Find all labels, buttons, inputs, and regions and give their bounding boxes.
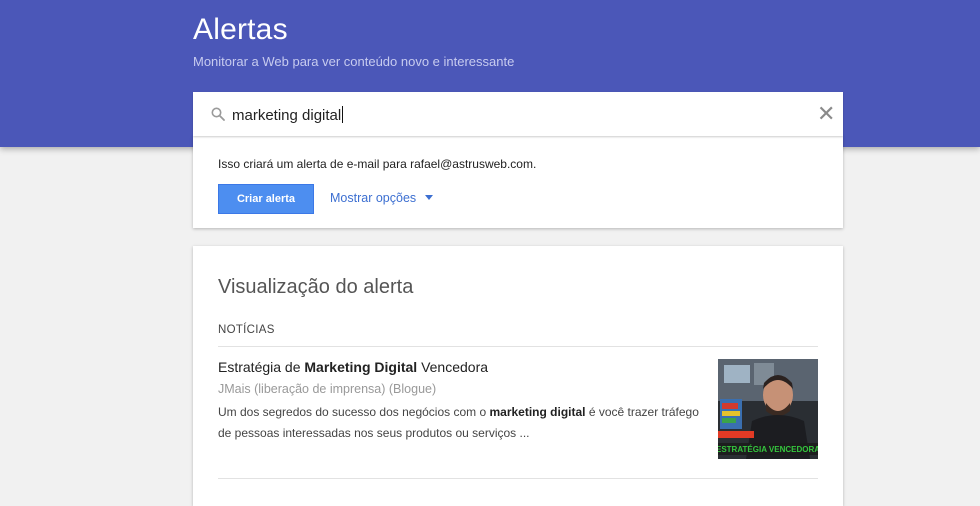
- search-input-value[interactable]: marketing digital: [232, 106, 344, 124]
- thumbnail-image: ESTRATÉGIA VENCEDORA: [718, 359, 818, 459]
- divider: [218, 346, 818, 347]
- page-subtitle: Monitorar a Web para ver conteúdo novo e…: [193, 54, 515, 69]
- show-options-link[interactable]: Mostrar opções: [330, 191, 434, 205]
- article-thumbnail[interactable]: ESTRATÉGIA VENCEDORA: [718, 359, 818, 459]
- section-label-news: NOTÍCIAS: [218, 324, 275, 336]
- article-title-link[interactable]: Estratégia de Marketing Digital Vencedor…: [218, 359, 488, 375]
- text-cursor: [342, 106, 344, 123]
- search-icon: [211, 107, 225, 121]
- divider: [218, 478, 818, 479]
- search-input[interactable]: marketing digital ✕: [193, 92, 843, 136]
- preview-title: Visualização do alerta: [218, 276, 414, 298]
- show-options-label: Mostrar opções: [330, 191, 417, 205]
- create-alert-button[interactable]: Criar alerta: [218, 184, 314, 214]
- article-snippet: Um dos segredos do sucesso dos negócios …: [218, 405, 699, 440]
- caret-down-icon: [425, 195, 434, 200]
- alert-preview-card: Visualização do alerta NOTÍCIAS Estratég…: [193, 246, 843, 506]
- alert-email-info: Isso criará um alerta de e-mail para raf…: [218, 157, 537, 171]
- article-source: JMais (liberação de imprensa) (Blogue): [218, 382, 437, 396]
- page-title: Alertas: [193, 13, 288, 46]
- thumbnail-caption: ESTRATÉGIA VENCEDORA: [718, 445, 818, 454]
- close-icon[interactable]: ✕: [817, 103, 835, 125]
- create-alert-card: Isso criará um alerta de e-mail para raf…: [193, 136, 843, 228]
